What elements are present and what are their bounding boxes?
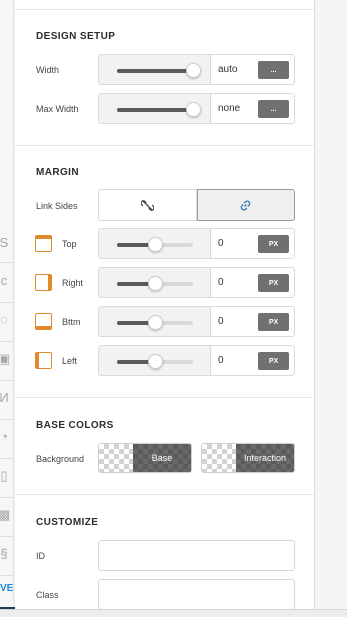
margin-bottom-label: Bttm (62, 317, 81, 327)
max-width-slider[interactable] (99, 94, 211, 123)
section-heading-base-colors: BASE COLORS (36, 420, 114, 431)
max-width-value[interactable]: none (218, 103, 240, 114)
sidebar-glyph-1[interactable]: S (0, 236, 10, 250)
transparency-checker (99, 444, 133, 472)
base-color-label: Base (133, 444, 191, 472)
margin-bottom-icon (35, 313, 52, 330)
sidebar-divider (0, 380, 14, 381)
section-divider (15, 9, 315, 10)
margin-left-control: 0 PX (98, 345, 295, 376)
width-value-box[interactable]: auto ... (211, 55, 294, 84)
sidebar-divider (0, 497, 14, 498)
slider-track (117, 69, 193, 73)
class-input[interactable] (98, 579, 295, 610)
margin-top-control: 0 PX (98, 228, 295, 259)
sidebar-glyph-8[interactable]: ▩ (0, 508, 10, 522)
sidebar-glyph-9[interactable]: § (0, 547, 10, 561)
unlink-sides-button[interactable] (98, 189, 197, 221)
slider-thumb[interactable] (148, 237, 163, 252)
margin-right-control: 0 PX (98, 267, 295, 298)
margin-left-slider[interactable] (99, 346, 211, 375)
section-divider (15, 494, 315, 495)
margin-right-slider[interactable] (99, 268, 211, 297)
transparency-checker (202, 444, 236, 472)
width-value[interactable]: auto (218, 64, 237, 75)
width-unit-button[interactable]: ... (258, 61, 289, 79)
id-label: ID (36, 551, 45, 561)
width-slider[interactable] (99, 55, 211, 84)
sidebar-divider (0, 575, 14, 576)
section-divider (15, 397, 315, 398)
margin-top-value-box[interactable]: 0 PX (211, 229, 294, 258)
margin-left-icon (35, 352, 52, 369)
slider-thumb[interactable] (186, 63, 201, 78)
sidebar-glyph-4[interactable]: ▣ (0, 352, 10, 366)
slider-fill (117, 69, 193, 73)
max-width-unit-button[interactable]: ... (258, 100, 289, 118)
sidebar-divider (0, 419, 14, 420)
slider-thumb[interactable] (148, 354, 163, 369)
bottom-scrollbar[interactable] (0, 609, 347, 617)
section-heading-customize: CUSTOMIZE (36, 517, 99, 528)
margin-top-icon (35, 235, 52, 252)
margin-right-value[interactable]: 0 (218, 277, 224, 288)
margin-left-unit-button[interactable]: PX (258, 352, 289, 370)
sidebar-divider (0, 458, 14, 459)
link-sides-toggle (98, 189, 295, 221)
sidebar-edge-text[interactable]: VE (0, 583, 13, 594)
margin-top-unit-button[interactable]: PX (258, 235, 289, 253)
class-label: Class (36, 590, 59, 600)
margin-top-slider[interactable] (99, 229, 211, 258)
margin-bottom-unit-button[interactable]: PX (258, 313, 289, 331)
sidebar-divider (0, 262, 14, 263)
sidebar-glyph-6[interactable]: ◔ (0, 430, 10, 444)
sidebar-glyph-3[interactable]: ◌ (0, 313, 10, 327)
section-heading-margin: MARGIN (36, 167, 79, 178)
margin-right-value-box[interactable]: 0 PX (211, 268, 294, 297)
sidebar-glyph-5[interactable]: И (0, 391, 10, 405)
app-sidebar-strip: S c ◌ ▣ И ◔ ▯ ▩ § VE (0, 0, 24, 617)
interaction-color-swatch[interactable]: Interaction (201, 443, 295, 473)
link-sides-label: Link Sides (36, 201, 78, 211)
unlink-icon (140, 199, 154, 211)
sidebar-glyph-7[interactable]: ▯ (0, 469, 10, 483)
sidebar-divider (0, 536, 14, 537)
margin-left-value-box[interactable]: 0 PX (211, 346, 294, 375)
sidebar-divider (0, 302, 14, 303)
section-divider (15, 145, 315, 146)
margin-left-label: Left (62, 356, 78, 366)
margin-bottom-slider[interactable] (99, 307, 211, 336)
margin-bottom-control: 0 PX (98, 306, 295, 337)
slider-track (117, 108, 193, 112)
max-width-label: Max Width (36, 104, 79, 114)
panel-right-gutter (316, 0, 347, 609)
link-sides-button[interactable] (196, 189, 295, 221)
margin-right-label: Right (62, 278, 84, 288)
max-width-value-box[interactable]: none ... (211, 94, 294, 123)
margin-right-unit-button[interactable]: PX (258, 274, 289, 292)
margin-bottom-value[interactable]: 0 (218, 316, 224, 327)
max-width-control: none ... (98, 93, 295, 124)
id-input[interactable] (98, 540, 295, 571)
margin-right-icon (35, 274, 52, 291)
slider-thumb[interactable] (148, 315, 163, 330)
margin-left-value[interactable]: 0 (218, 355, 224, 366)
interaction-color-label: Interaction (236, 444, 294, 472)
slider-thumb[interactable] (148, 276, 163, 291)
section-heading-design-setup: DESIGN SETUP (36, 31, 116, 42)
sidebar-glyph-2[interactable]: c (0, 274, 10, 288)
width-label: Width (36, 65, 60, 75)
link-icon (240, 199, 251, 211)
slider-fill (117, 108, 193, 112)
base-color-swatch[interactable]: Base (98, 443, 192, 473)
background-label: Background (36, 454, 85, 464)
slider-thumb[interactable] (186, 102, 201, 117)
width-control: auto ... (98, 54, 295, 85)
margin-top-label: Top (62, 239, 77, 249)
margin-bottom-value-box[interactable]: 0 PX (211, 307, 294, 336)
margin-top-value[interactable]: 0 (218, 238, 224, 249)
sidebar-divider (0, 341, 14, 342)
